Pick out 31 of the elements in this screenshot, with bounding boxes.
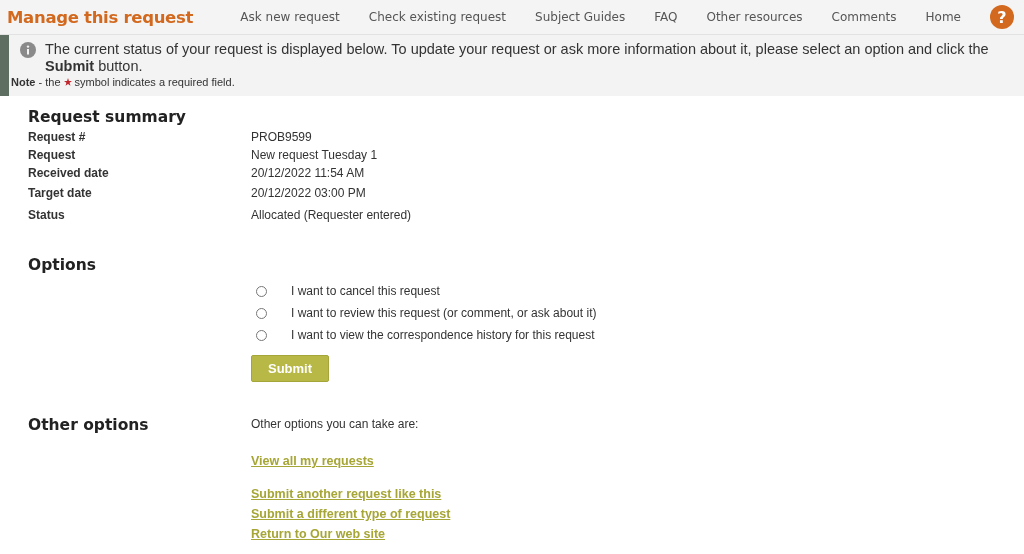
field-label: Status [28,208,66,222]
status-message: The current status of your request is displayed below. To update your request or ask more information about it, please select an option and click the Submit button. [45,41,990,75]
field-value: PROB9599 [251,130,312,144]
section-heading: Options [28,256,97,274]
nav-link[interactable]: Check existing request [368,10,507,24]
note-text: symbol indicates a required field. [74,76,235,88]
field-value: 20/12/2022 03:00 PM [251,186,366,200]
nav-link[interactable]: FAQ [654,10,678,24]
section-heading: Request summary [28,108,187,126]
option-label[interactable]: I want to review this request (or comment, or ask about it) [291,306,597,320]
field-value: New request Tuesday 1 [251,148,378,162]
info-icon [20,42,36,58]
nav-link[interactable]: Subject Guides [535,10,626,24]
help-button[interactable]: ? [990,5,1014,29]
field-value: 20/12/2022 11:54 AM [251,166,365,180]
option-label[interactable]: I want to view the correspondence history for this request [291,328,595,342]
nav-link[interactable]: Ask new request [240,10,340,24]
page-title: Manage this request [7,7,194,27]
nav-link[interactable]: Other resources [706,10,803,24]
field-label: Request # [28,130,87,144]
field-value: Allocated (Requester entered) [251,208,412,222]
option-label[interactable]: I want to cancel this request [291,284,440,298]
nav-link[interactable]: Home [925,10,961,24]
nav-link[interactable]: Comments [831,10,897,24]
intro-text: Other options you can take are: [251,417,419,431]
note-text: Note - the [11,76,61,88]
field-label: Request [28,148,77,162]
field-label: Target date [28,186,93,200]
required-star-icon [63,78,72,86]
section-heading: Other options [28,416,150,436]
field-label: Received date [28,166,110,180]
